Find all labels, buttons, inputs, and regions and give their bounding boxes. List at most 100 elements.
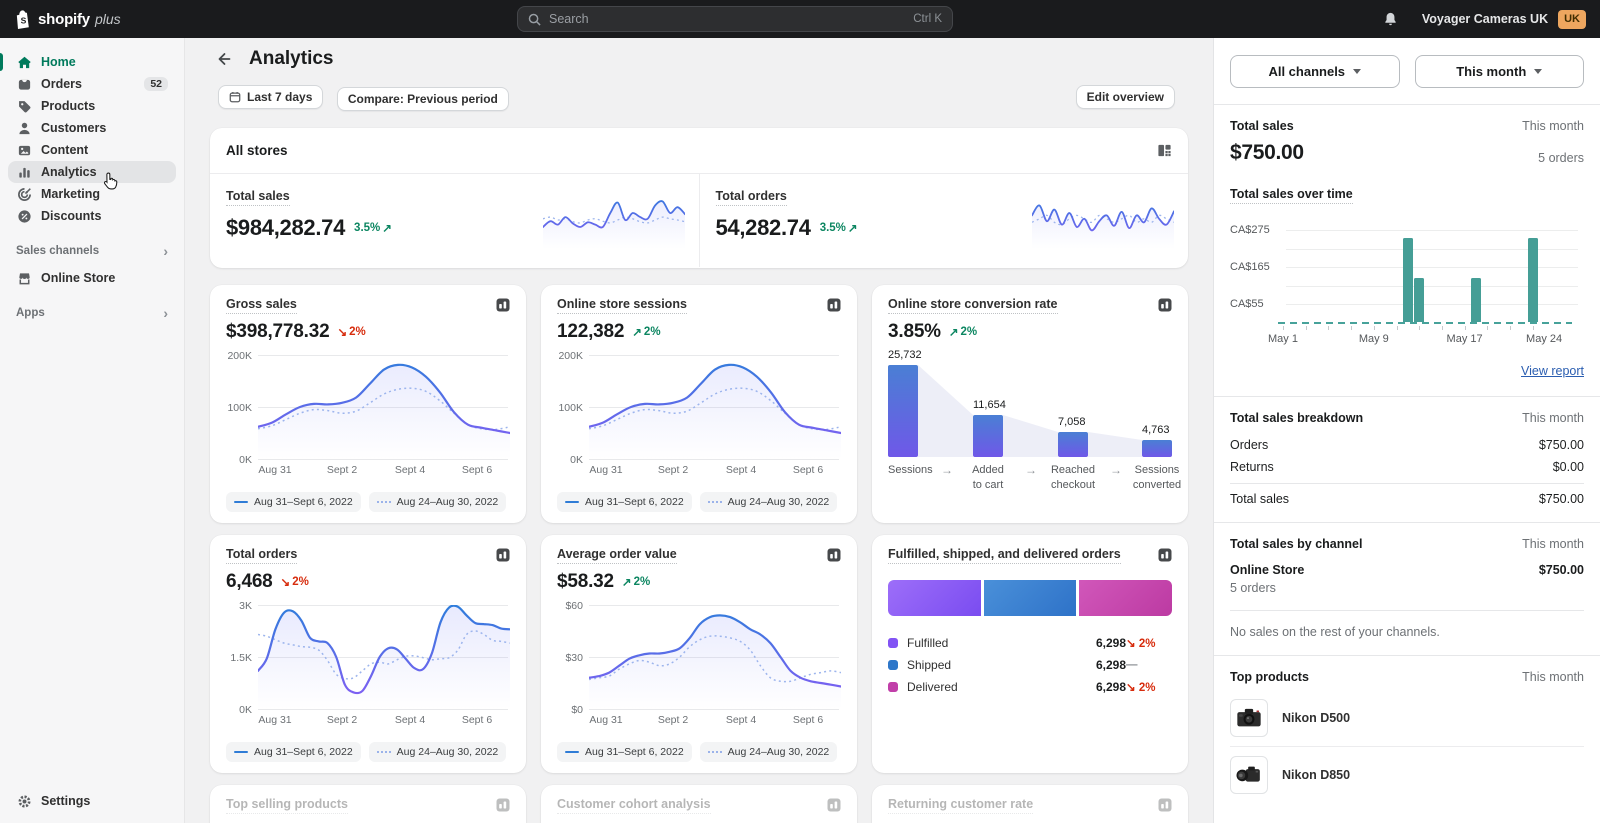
panel-filters: All channels This month [1214,38,1600,105]
metric-value: 54,282.74 [715,215,811,240]
legend-swatch [888,682,898,692]
change-badge: ↗ 2% [948,326,978,339]
card-title: Top selling products [226,797,348,814]
sales-bar [1527,238,1538,322]
sidebar-item-home[interactable]: Home [0,51,176,73]
section-title: Total sales [1230,119,1294,133]
card-title: Customer cohort analysis [557,797,711,814]
all-stores-card: All stores Total sales $984,282.74 3.5% ↗ [210,128,1188,268]
fulfillment-legend-row: Fulfilled 6,298 ↘ 2% [888,632,1172,654]
sidebar-item-label: Home [41,55,76,69]
funnel-value: 4,763 [1142,424,1170,436]
fulfillment-legend-row: Delivered 6,298 ↘ 2% [888,676,1172,698]
shopify-plus-logo: S shopify plus [14,9,121,30]
legend-label: Fulfilled [907,636,949,650]
chevron-right-icon: › [163,243,168,259]
channel-orders-count: 5 orders [1230,581,1276,595]
sidebar-item-online-store[interactable]: Online Store [8,267,176,289]
sidebar: Home Orders 52 Products Customers Content Anal… [0,38,185,823]
logo-suffix: plus [94,11,121,27]
sidebar-item-marketing[interactable]: Marketing [8,183,176,205]
date-range-button[interactable]: Last 7 days [218,85,324,109]
breakdown-row-returns: Returns $0.00 [1230,460,1584,474]
orders-count-badge: 52 [144,76,168,92]
chart-column-icon[interactable] [827,298,841,312]
breakdown-total-row: Total sales $750.00 [1230,483,1584,506]
sidebar-item-analytics[interactable]: Analytics [8,161,176,183]
section-title: Total sales by channel [1230,537,1363,551]
funnel-stage-label: Sessions converted [1132,464,1182,491]
home-icon [16,55,32,70]
metrics-grid: Gross sales $398,778.32 ↘ 2% 200K 100K 0K Au… [210,285,1188,823]
search-input[interactable] [549,12,906,26]
fulfilled-segment [888,580,981,616]
sidebar-item-label: Customers [41,121,107,135]
change-badge: ↗ 2% [621,576,651,589]
chart-column-icon[interactable] [827,548,841,562]
total-orders-sparkline [1031,191,1175,249]
chart-legend: Aug 31–Sept 6, 2022 Aug 24–Aug 30, 2022 [226,492,507,512]
sidebar-section-sales-channels[interactable]: Sales channels › [8,241,176,261]
sidebar-item-label: Marketing [41,187,101,201]
chart-column-icon[interactable] [1158,298,1172,312]
shopify-bag-icon: S [16,9,29,29]
sidebar-item-label: Products [41,99,96,113]
sidebar-item-settings[interactable]: Settings [8,789,176,813]
back-button[interactable] [211,46,237,72]
chart-column-icon[interactable] [827,798,841,812]
legend-current: Aug 31–Sept 6, 2022 [226,742,361,762]
product-thumbnail [1230,756,1268,794]
change-badge: ↘ 2% [1126,638,1156,650]
channel-filter-dropdown[interactable]: All channels [1230,55,1400,88]
sidebar-item-label: Discounts [41,209,102,223]
section-period: This month [1522,670,1584,684]
store-avatar-badge: UK [1558,9,1586,29]
compare-button[interactable]: Compare: Previous period [336,87,509,111]
sidebar-section-apps[interactable]: Apps › [8,303,176,323]
card-title: Fulfilled, shipped, and delivered orders [888,547,1121,564]
sidebar-item-label: Analytics [41,165,97,179]
conversion-rate-card: Online store conversion rate 3.85% ↗ 2% 2… [872,285,1188,523]
section-period: This month [1522,119,1584,133]
chart-column-icon[interactable] [496,298,510,312]
chart-column-icon[interactable] [1158,798,1172,812]
arrow-right-icon: → [1025,463,1037,477]
notifications-button[interactable] [1383,11,1398,27]
logo-word: shopify [38,10,90,28]
stores-grid-icon[interactable] [1157,143,1172,158]
change-badge: ↘ 2% [1126,682,1156,694]
product-row-nikon-d850[interactable]: Nikon D850 [1230,746,1584,803]
sidebar-item-discounts[interactable]: Discounts [8,205,176,227]
sidebar-item-label: Orders [41,77,82,91]
returning-customer-rate-card: Returning customer rate [872,785,1188,823]
product-row-nikon-d500[interactable]: Nikon D500 [1230,690,1584,746]
account-menu[interactable]: Voyager Cameras UK UK [1383,0,1586,38]
edit-overview-button[interactable]: Edit overview [1075,85,1175,109]
panel-total-sales-section: Total sales This month $750.00 5 orders … [1214,105,1600,397]
metric-label: Total orders [715,189,787,206]
global-search[interactable]: Ctrl K [517,6,953,32]
sidebar-item-products[interactable]: Products [8,95,176,117]
chart-column-icon[interactable] [496,548,510,562]
fulfillment-card: Fulfilled, shipped, and delivered orders… [872,535,1188,773]
solid-line-swatch [565,501,579,503]
product-thumbnail [1230,699,1268,737]
view-report-link[interactable]: View report [1521,364,1584,378]
funnel-bar [888,365,918,457]
online-store-sessions-card: Online store sessions 122,382 ↗ 2% 200K 10… [541,285,857,523]
dotted-line-swatch [707,501,722,503]
card-title: Returning customer rate [888,797,1034,814]
chart-legend: Aug 31–Sept 6, 2022 Aug 24–Aug 30, 2022 [557,742,838,762]
chart-column-icon[interactable] [496,798,510,812]
legend-previous: Aug 24–Aug 30, 2022 [368,742,507,762]
dotted-line-swatch [376,751,391,753]
sidebar-item-content[interactable]: Content [8,139,176,161]
sales-over-time-chart: CA$275 CA$165 CA$55 May 1 May 9 May 17 May 24 [1230,216,1584,348]
sidebar-item-customers[interactable]: Customers [8,117,176,139]
chart-column-icon[interactable] [1158,548,1172,562]
breakdown-row-orders: Orders $750.00 [1230,438,1584,452]
sidebar-item-orders[interactable]: Orders 52 [8,73,176,95]
sidebar-nav: Home Orders 52 Products Customers Content Anal… [0,38,184,227]
orders-icon [16,77,32,92]
period-filter-dropdown[interactable]: This month [1414,55,1584,88]
